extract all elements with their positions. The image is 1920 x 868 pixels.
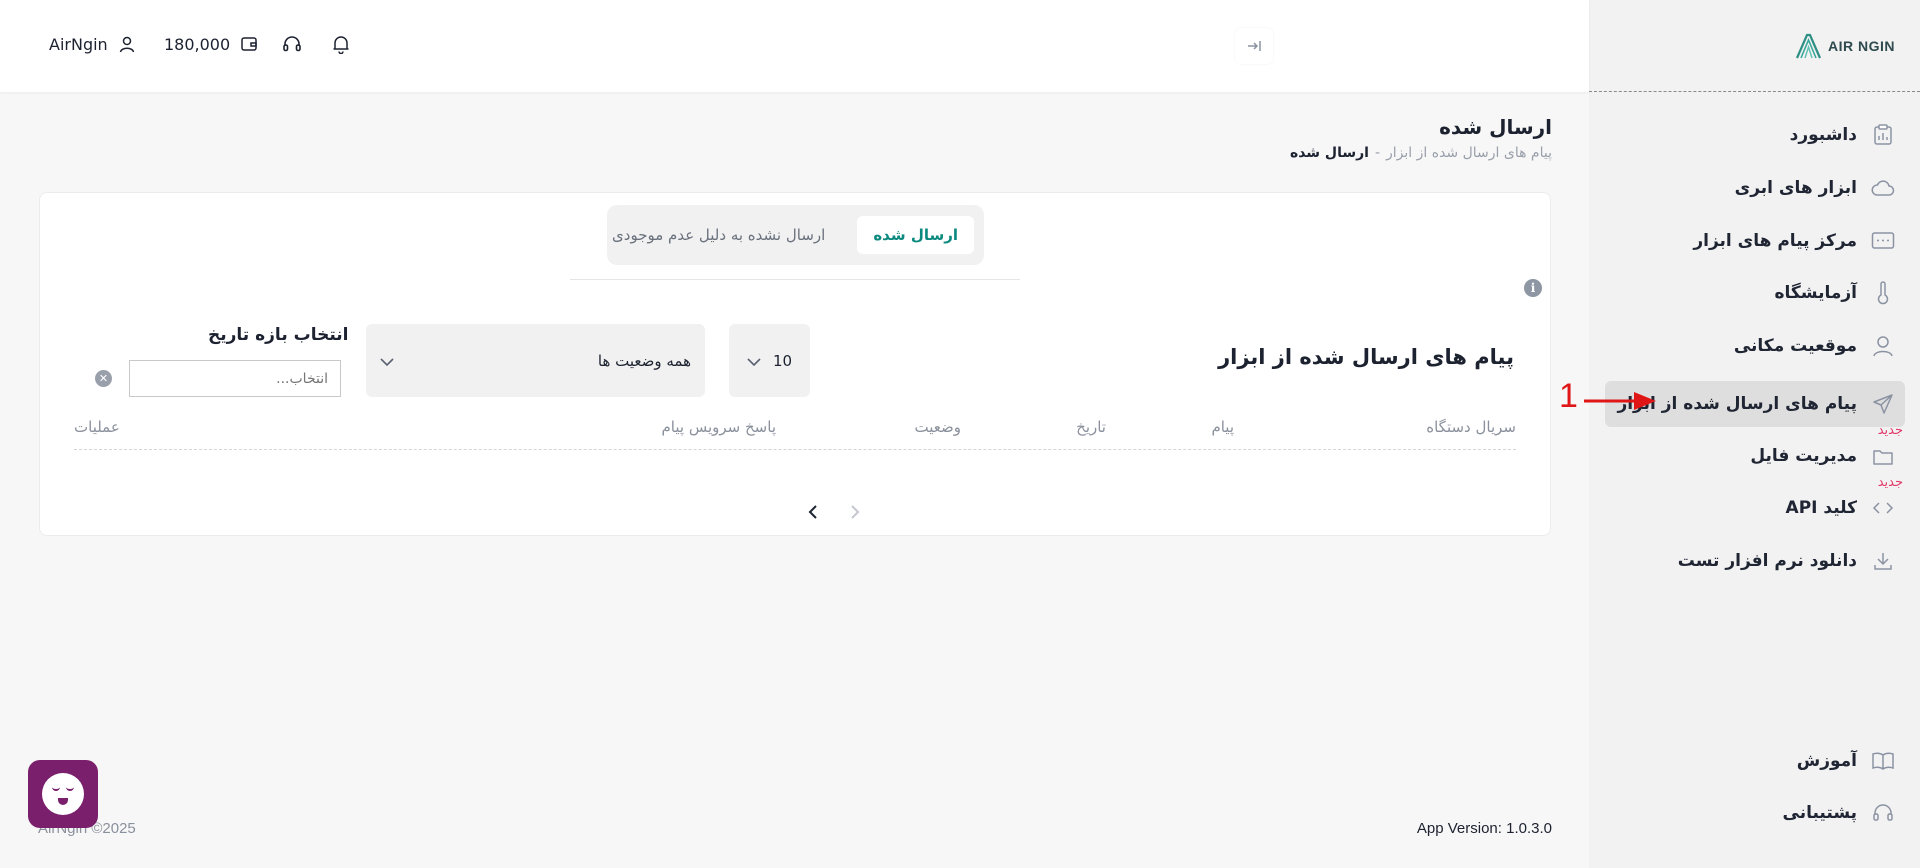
- info-icon[interactable]: i: [1524, 279, 1542, 297]
- username: AirNgin: [49, 34, 108, 54]
- chevron-down-icon: [380, 352, 394, 370]
- sidebar-item-label: آزمایشگاه: [1774, 283, 1857, 303]
- collapse-arrow-icon: [1248, 41, 1261, 51]
- tabs: ارسال شده ارسال نشده به دلیل عدم موجودی: [607, 205, 984, 265]
- sidebar-item-support[interactable]: پشتیبانی: [1605, 790, 1905, 836]
- new-badge: جدید: [1877, 423, 1903, 438]
- sidebar-item-tutorial[interactable]: آموزش: [1605, 738, 1905, 784]
- chevron-right-icon: [851, 505, 860, 519]
- chevron-down-icon: [747, 352, 761, 370]
- clear-date-icon[interactable]: ✕: [95, 370, 112, 387]
- download-icon: [1871, 549, 1895, 573]
- status-filter-value: همه وضعیت ها: [597, 351, 691, 370]
- balance-value: 180,000: [164, 34, 231, 54]
- page-title: ارسال شده: [1439, 115, 1552, 139]
- message-center-icon: [1871, 229, 1895, 253]
- column-service-response: پاسخ سرویس پیام: [661, 418, 776, 436]
- tab-sent[interactable]: ارسال شده: [857, 216, 974, 254]
- sidebar-item-lab[interactable]: آزمایشگاه: [1605, 270, 1905, 316]
- new-badge: جدید: [1877, 475, 1903, 490]
- pagination-prev-button[interactable]: [808, 504, 818, 525]
- sidebar-item-message-center[interactable]: مرکز پیام های ابزار: [1605, 218, 1905, 264]
- messages-card: ارسال شده ارسال نشده به دلیل عدم موجودی …: [39, 192, 1551, 536]
- sidebar-item-api-key[interactable]: جدید کلید API: [1605, 475, 1905, 531]
- support-button[interactable]: [281, 33, 303, 55]
- sidebar-item-label: کلید API: [1785, 498, 1857, 518]
- headset-icon: [1871, 801, 1895, 825]
- app-logo[interactable]: AIR NGIN: [1794, 32, 1895, 60]
- sidebar-item-location[interactable]: موقعیت مکانی: [1605, 323, 1905, 369]
- wallet-icon: [238, 33, 260, 55]
- sidebar-logo-row: AIR NGIN: [1589, 0, 1920, 92]
- sidebar-item-cloud-tools[interactable]: ابزار های ابری: [1605, 165, 1905, 211]
- pagination-next-button[interactable]: [850, 504, 860, 525]
- user-menu[interactable]: AirNgin: [49, 33, 138, 55]
- notifications-button[interactable]: [330, 33, 352, 55]
- breadcrumb-separator: -: [1374, 145, 1381, 161]
- sidebar-item-dashboard[interactable]: داشبورد: [1605, 112, 1905, 158]
- date-range-input[interactable]: [129, 360, 341, 397]
- sidebar-item-label: آموزش: [1796, 751, 1857, 771]
- top-header: AirNgin 180,000: [0, 0, 1589, 92]
- column-message: پیام: [1211, 418, 1234, 436]
- sidebar-item-label: ابزار های ابری: [1734, 178, 1857, 198]
- chat-widget-button[interactable]: [28, 760, 98, 828]
- app-version: App Version: 1.0.3.0: [1416, 820, 1552, 837]
- annotation-number: 1: [1559, 377, 1578, 415]
- dashboard-icon: [1871, 123, 1895, 147]
- sidebar-item-label: مدیریت فایل: [1750, 446, 1857, 466]
- page-size-select[interactable]: 10: [729, 324, 810, 397]
- annotation-arrow-icon: [1584, 392, 1656, 410]
- breadcrumb-parent[interactable]: پیام های ارسال شده از ابزار: [1386, 145, 1552, 161]
- column-status: وضعیت: [914, 418, 961, 436]
- chevron-left-icon: [808, 505, 817, 519]
- book-icon: [1871, 749, 1895, 773]
- column-actions: عملیات: [74, 418, 120, 436]
- user-icon: [116, 33, 138, 55]
- sidebar-item-file-management[interactable]: جدید مدیریت فایل: [1605, 423, 1905, 479]
- sidebar-item-label: مرکز پیام های ابزار: [1693, 231, 1857, 251]
- tabs-divider: [570, 279, 1020, 280]
- bell-icon: [330, 33, 352, 55]
- collapse-sidebar-button[interactable]: [1235, 28, 1273, 64]
- chat-face-icon: [42, 773, 84, 815]
- location-person-icon: [1871, 334, 1895, 358]
- sidebar: AIR NGIN داشبورد ابزار های ابری مرکز پیا…: [1589, 0, 1920, 868]
- headset-icon: [281, 33, 303, 55]
- breadcrumb-current: ارسال شده: [1289, 145, 1369, 161]
- logo-text: AIR NGIN: [1828, 38, 1895, 54]
- logo-mark-icon: [1795, 33, 1822, 59]
- date-range-label: انتخاب بازه تاریخ: [208, 325, 349, 345]
- thermometer-icon: [1871, 281, 1895, 305]
- tab-not-sent[interactable]: ارسال نشده به دلیل عدم موجودی: [596, 216, 841, 254]
- sidebar-item-label: موقعیت مکانی: [1733, 336, 1857, 356]
- column-date: تاریخ: [1076, 418, 1106, 436]
- table-header: سریال دستگاه پیام تاریخ وضعیت پاسخ سرویس…: [74, 410, 1516, 450]
- send-icon: [1871, 392, 1895, 416]
- status-filter-select[interactable]: همه وضعیت ها: [366, 324, 705, 397]
- code-icon: [1871, 496, 1895, 520]
- folder-icon: [1871, 444, 1895, 468]
- section-title: پیام های ارسال شده از ابزار: [1218, 345, 1514, 369]
- page-size-value: 10: [772, 351, 793, 370]
- sidebar-item-label: داشبورد: [1789, 125, 1857, 145]
- wallet-balance[interactable]: 180,000: [164, 33, 260, 55]
- column-serial: سریال دستگاه: [1426, 418, 1516, 436]
- sidebar-item-download-test-app[interactable]: دانلود نرم افزار تست: [1605, 538, 1905, 584]
- breadcrumb: پیام های ارسال شده از ابزار - ارسال شده: [1290, 145, 1552, 161]
- sidebar-item-label: دانلود نرم افزار تست: [1677, 551, 1857, 571]
- cloud-icon: [1871, 176, 1895, 200]
- sidebar-item-label: پشتیبانی: [1782, 803, 1857, 823]
